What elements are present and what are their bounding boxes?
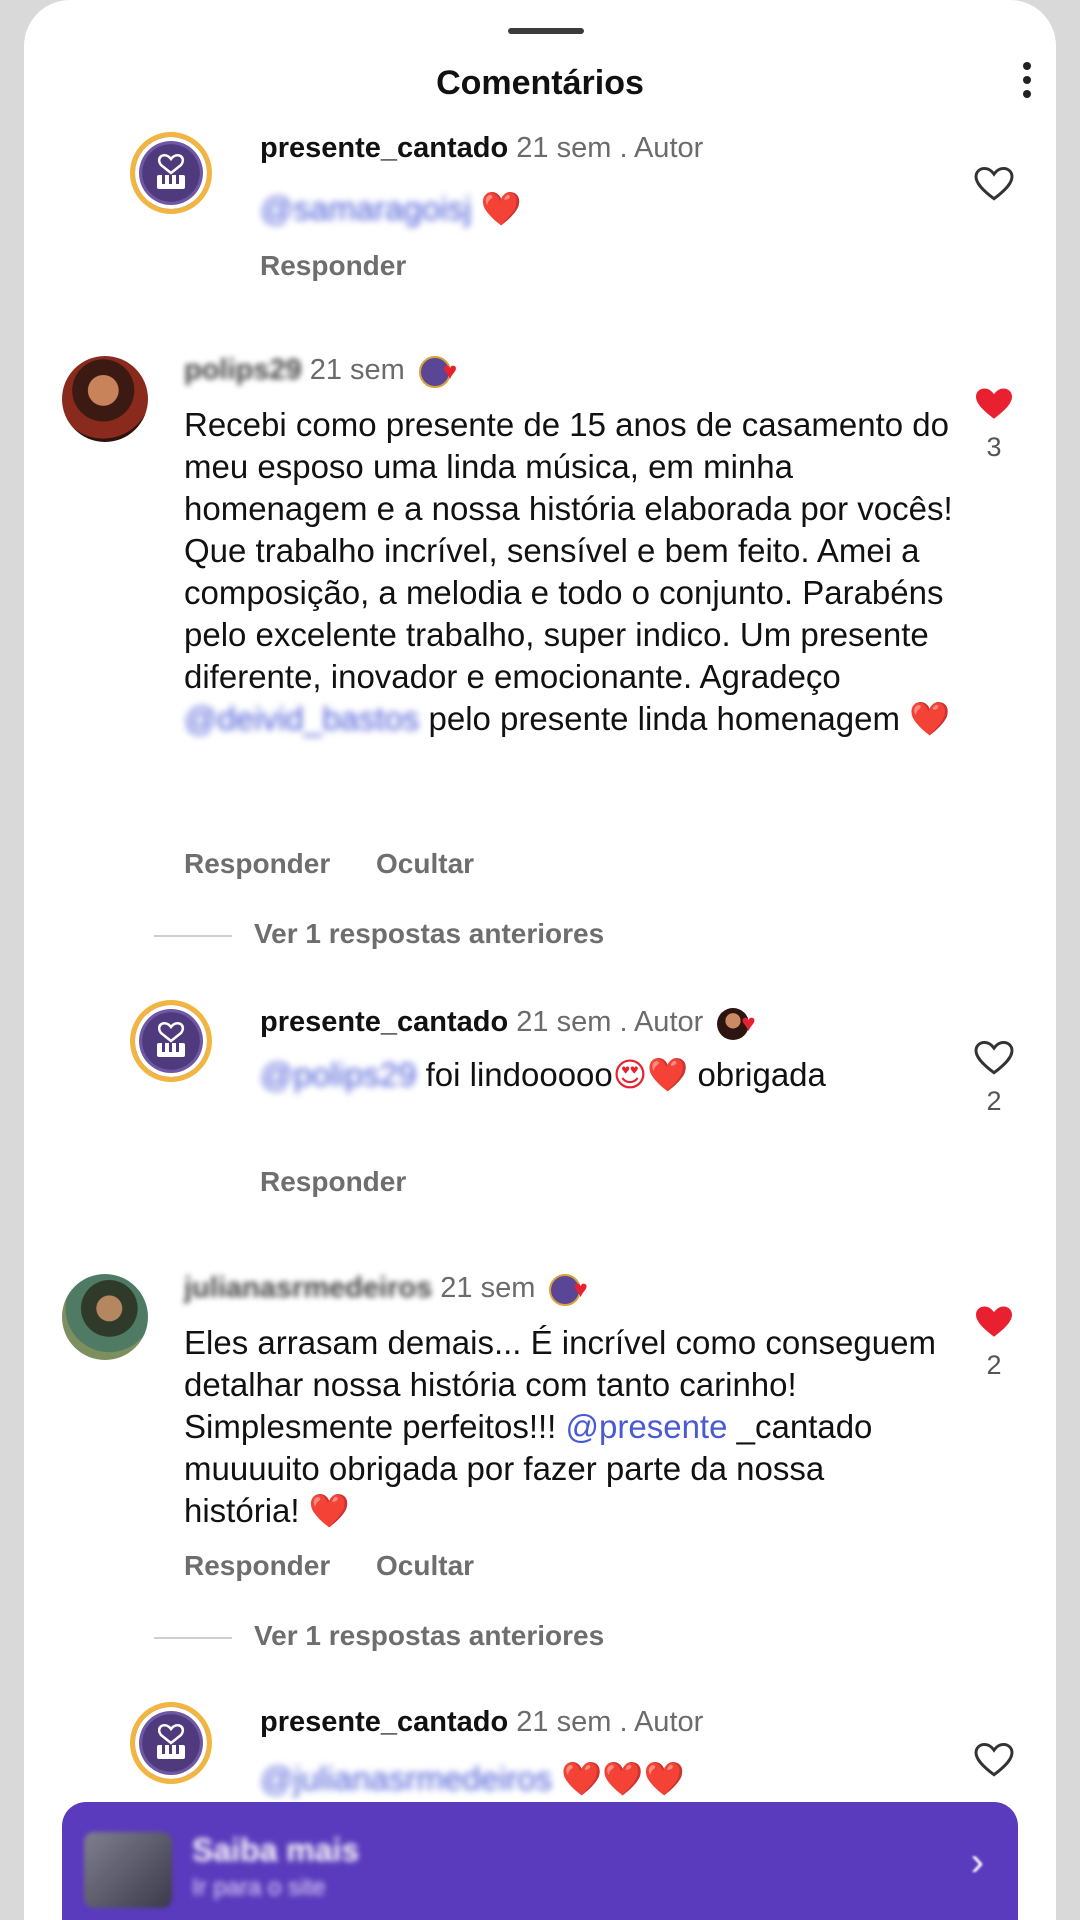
timestamp: 21 sem <box>309 354 405 386</box>
comment-text: @samaragoisj ❤️ <box>260 188 522 230</box>
username[interactable]: presente_cantado <box>260 132 508 164</box>
comments-sheet: Comentários presente_cantado 21 sem . Au… <box>24 0 1056 1920</box>
emoji: 😍❤️ <box>612 1056 689 1093</box>
view-previous-label: Ver 1 respostas anteriores <box>254 918 605 949</box>
mention-link[interactable]: @julianasrmedeiros <box>260 1760 552 1797</box>
mention-link[interactable]: @deivid_bastos <box>184 700 419 737</box>
reply-button[interactable]: Responder <box>260 1166 406 1197</box>
view-previous-replies[interactable]: Ver 1 respostas anteriores <box>154 918 604 950</box>
timestamp: 21 sem <box>516 1006 612 1038</box>
mention-link[interactable]: @samaragoisj <box>260 190 471 227</box>
view-previous-label: Ver 1 respostas anteriores <box>254 1620 605 1651</box>
comment-actions: Responder <box>260 1166 444 1198</box>
username[interactable]: presente_cantado <box>260 1006 508 1038</box>
heart-outline-icon <box>974 1742 1014 1777</box>
drag-handle[interactable] <box>508 28 584 34</box>
emoji: ❤️ <box>480 190 522 227</box>
reply-button[interactable]: Responder <box>260 250 406 281</box>
ad-thumbnail <box>84 1832 172 1908</box>
reply-button[interactable]: Responder <box>184 848 330 879</box>
emoji: ❤️ <box>909 700 951 737</box>
hide-button[interactable]: Ocultar <box>376 848 474 879</box>
comment-text: @julianasrmedeiros ❤️❤️❤️ <box>260 1758 685 1800</box>
username[interactable]: julianasrmedeiros <box>184 1272 432 1304</box>
author-label: Autor <box>633 132 704 164</box>
comment-meta: presente_cantado 21 sem . Autor ♥ <box>260 1004 767 1041</box>
separator: . <box>619 1006 628 1038</box>
heart-filled-icon <box>976 388 1012 419</box>
comment-text: Recebi como presente de 15 anos de casam… <box>184 404 964 740</box>
like-button[interactable]: 2 <box>972 1040 1016 1117</box>
view-previous-replies[interactable]: Ver 1 respostas anteriores <box>154 1620 604 1652</box>
username[interactable]: polips29 <box>184 354 302 386</box>
ad-subtitle: Ir para o site <box>192 1874 326 1901</box>
comment-actions: Responder <box>260 250 444 282</box>
avatar[interactable] <box>130 132 212 214</box>
ad-banner[interactable]: Saiba mais Ir para o site › <box>62 1802 1018 1920</box>
like-button[interactable]: 3 <box>972 386 1016 463</box>
comment-meta: presente_cantado 21 sem . Autor <box>260 1704 703 1740</box>
comment-text: Eles arrasam demais... É incrível como c… <box>184 1322 944 1532</box>
like-count: 2 <box>986 1086 1002 1116</box>
author-liked-badge: ♥ <box>418 356 469 389</box>
avatar[interactable] <box>130 1000 212 1082</box>
comment-actions: Responder Ocultar <box>184 848 512 880</box>
comment-text: @polips29 foi lindooooo😍❤️ obrigada <box>260 1054 860 1096</box>
like-count: 2 <box>986 1350 1002 1380</box>
brand-logo-icon <box>157 154 185 189</box>
author-label: Autor <box>633 1006 704 1038</box>
username[interactable]: presente_cantado <box>260 1706 508 1738</box>
ad-title: Saiba mais <box>192 1832 360 1868</box>
timestamp: 21 sem <box>440 1272 536 1304</box>
comment-body-end: obrigada <box>697 1056 826 1093</box>
timestamp: 21 sem <box>516 1706 612 1738</box>
separator: . <box>619 1706 628 1738</box>
heart-filled-icon <box>976 1306 1012 1337</box>
comment-body-end: pelo presente linda homenagem <box>428 700 900 737</box>
heart-outline-icon <box>974 166 1014 201</box>
comment-meta: julianasrmedeiros 21 sem ♥ <box>184 1270 599 1307</box>
timestamp: 21 sem <box>516 132 612 164</box>
brand-logo-icon <box>157 1724 185 1759</box>
page-title: Comentários <box>436 64 644 102</box>
chevron-right-icon[interactable]: › <box>971 1840 984 1885</box>
like-count: 3 <box>986 432 1002 462</box>
comment-body: Recebi como presente de 15 anos de casam… <box>184 406 953 695</box>
avatar[interactable] <box>62 1274 148 1360</box>
hide-button[interactable]: Ocultar <box>376 1550 474 1581</box>
mention-link[interactable]: @polips29 <box>260 1056 416 1093</box>
author-liked-badge: ♥ <box>549 1274 599 1307</box>
like-button[interactable] <box>972 1742 1016 1778</box>
author-label: Autor <box>633 1706 704 1738</box>
reply-button[interactable]: Responder <box>184 1550 330 1581</box>
author-liked-badge: ♥ <box>717 1008 767 1041</box>
heart-outline-icon <box>974 1040 1014 1075</box>
emoji: ❤️❤️❤️ <box>561 1760 685 1797</box>
like-button[interactable] <box>972 166 1016 202</box>
emoji: ❤️ <box>308 1492 350 1529</box>
mention-link[interactable]: @presente <box>566 1408 728 1445</box>
comment-actions: Responder Ocultar <box>184 1550 512 1582</box>
separator: . <box>619 132 628 164</box>
avatar[interactable] <box>62 356 148 442</box>
more-vertical-icon[interactable] <box>1020 58 1034 106</box>
comment-meta: presente_cantado 21 sem . Autor <box>260 130 703 166</box>
comment-body: foi lindooooo <box>425 1056 613 1093</box>
comment-meta: polips29 21 sem ♥ <box>184 352 469 389</box>
brand-logo-icon <box>157 1022 185 1057</box>
avatar[interactable] <box>130 1702 212 1784</box>
like-button[interactable]: 2 <box>972 1304 1016 1381</box>
